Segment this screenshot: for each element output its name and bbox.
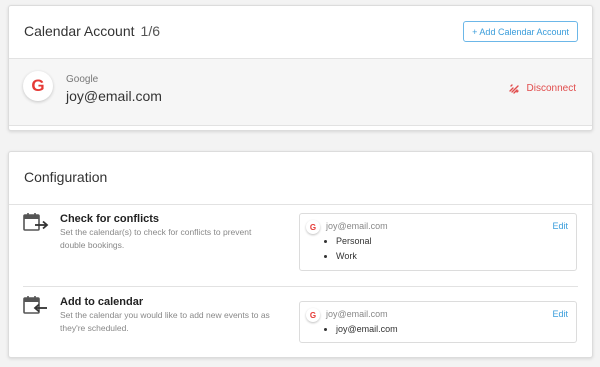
calendar-account-email: joy@email.com bbox=[326, 309, 388, 319]
edit-conflict-calendars-link[interactable]: Edit bbox=[552, 221, 568, 231]
add-calendar-box: G joy@email.com Edit joy@email.com bbox=[299, 301, 577, 343]
calendar-account-card: Calendar Account 1/6 + Add Calendar Accou… bbox=[8, 5, 593, 131]
configuration-title: Configuration bbox=[24, 169, 108, 185]
section-description: Set the calendar you would like to add n… bbox=[60, 310, 270, 333]
calendar-list: joy@email.com bbox=[326, 322, 398, 337]
unlink-icon bbox=[508, 84, 519, 94]
disconnect-button[interactable]: Disconnect bbox=[508, 83, 576, 94]
account-email: joy@email.com bbox=[66, 88, 162, 104]
configuration-card: Configuration Check for conflicts Set th… bbox=[8, 151, 593, 358]
conflict-calendars-box: G joy@email.com Edit Personal Work bbox=[299, 213, 577, 271]
account-count: 1/6 bbox=[140, 23, 160, 39]
calendar-import-icon bbox=[23, 296, 47, 314]
calendar-account-header: Calendar Account 1/6 + Add Calendar Accou… bbox=[9, 6, 592, 59]
google-icon: G bbox=[306, 220, 320, 234]
section-description: Set the calendar(s) to check for conflic… bbox=[60, 227, 252, 250]
add-calendar-account-button[interactable]: + Add Calendar Account bbox=[463, 21, 578, 42]
calendar-account-title: Calendar Account 1/6 bbox=[24, 23, 160, 39]
list-item: Work bbox=[336, 249, 372, 264]
calendar-export-icon bbox=[23, 213, 49, 231]
google-icon: G bbox=[23, 71, 53, 101]
add-to-calendar-section: Add to calendar Set the calendar you wou… bbox=[23, 287, 578, 357]
list-item: joy@email.com bbox=[336, 322, 398, 337]
section-title: Check for conflicts bbox=[60, 213, 160, 225]
configuration-header: Configuration bbox=[9, 152, 592, 205]
check-for-conflicts-section: Check for conflicts Set the calendar(s) … bbox=[23, 204, 578, 287]
calendar-account-title-text: Calendar Account bbox=[24, 23, 135, 39]
section-title: Add to calendar bbox=[60, 296, 144, 308]
google-icon: G bbox=[306, 308, 320, 322]
calendar-account-email: joy@email.com bbox=[326, 221, 388, 231]
calendar-list: Personal Work bbox=[326, 234, 372, 264]
edit-add-calendar-link[interactable]: Edit bbox=[552, 309, 568, 319]
list-item: Personal bbox=[336, 234, 372, 249]
disconnect-label: Disconnect bbox=[526, 83, 576, 94]
account-provider: Google bbox=[66, 74, 99, 85]
account-row: G Google joy@email.com Disconnect bbox=[9, 59, 592, 126]
